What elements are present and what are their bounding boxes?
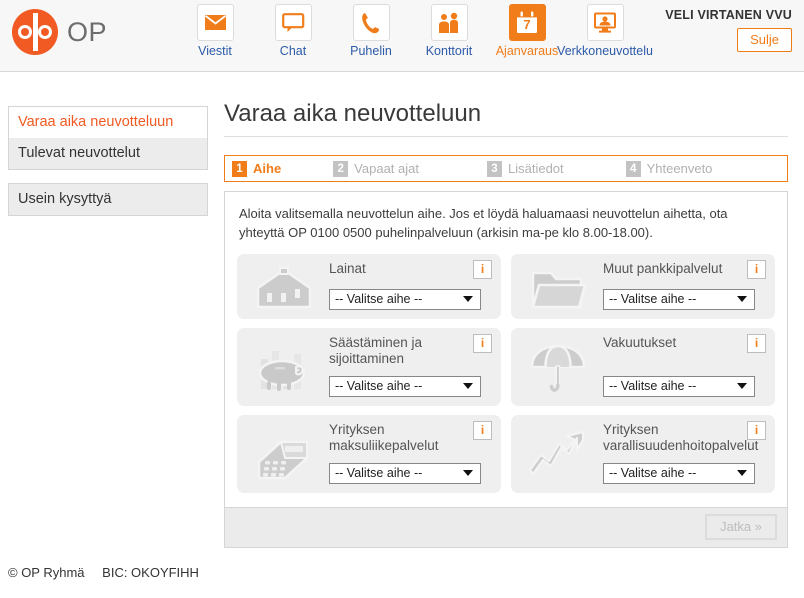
step-aihe[interactable]: 1 Aihe <box>232 160 282 177</box>
info-icon[interactable]: i <box>473 333 492 353</box>
brand-logo: OP <box>12 9 107 55</box>
step-number: 3 <box>486 160 502 177</box>
cash-register-icon <box>245 421 323 489</box>
page-footer: © OP Ryhmä BIC: OKOYFIHH <box>8 565 213 580</box>
piggy-bank-icon <box>245 334 323 402</box>
house-icon <box>245 260 323 316</box>
nav-label: Chat <box>279 44 307 58</box>
nav-item-konttorit[interactable]: Konttorit <box>412 4 486 58</box>
nav-label: Viestit <box>198 44 232 58</box>
main-content: Varaa aika neuvotteluun 1 Aihe 2 Vapaat … <box>224 100 788 548</box>
topic-card-grid: Lainat i -- Valitse aihe -- Muut pankkip… <box>225 249 787 507</box>
topic-card-saastaminen[interactable]: Säästäminen ja sijoittaminen i -- Valits… <box>237 327 501 406</box>
chevron-down-icon <box>463 470 473 477</box>
card-title: Yrityksen maksuliikepalvelut <box>329 421 439 453</box>
topic-card-vakuutukset[interactable]: Vakuutukset i -- Valitse aihe -- <box>511 327 775 406</box>
chevron-down-icon <box>463 296 473 303</box>
step-lisatiedot[interactable]: 3 Lisätiedot <box>486 160 564 177</box>
user-area: VELI VIRTANEN VVU Sulje <box>665 8 792 52</box>
topic-select-maksuliikepalvelut[interactable]: -- Valitse aihe -- <box>329 462 481 484</box>
nav-label: Puhelin <box>350 44 392 58</box>
select-value: -- Valitse aihe -- <box>335 292 423 307</box>
select-value: -- Valitse aihe -- <box>335 466 423 481</box>
nav-label: Ajanvaraus <box>495 44 559 58</box>
page-title: Varaa aika neuvotteluun <box>224 100 788 137</box>
intro-text: Aloita valitsemalla neuvottelun aihe. Jo… <box>239 206 728 240</box>
step-vapaat-ajat[interactable]: 2 Vapaat ajat <box>333 160 419 177</box>
card-title: Vakuutukset <box>603 334 677 350</box>
chevron-down-icon <box>737 383 747 390</box>
info-icon[interactable]: i <box>747 420 766 440</box>
nav-label: Konttorit <box>425 44 473 58</box>
topic-select-saastaminen[interactable]: -- Valitse aihe -- <box>329 375 481 397</box>
sidebar-item-tulevat-neuvottelut[interactable]: Tulevat neuvottelut <box>9 138 207 170</box>
topic-selection-panel: Aloita valitsemalla neuvottelun aihe. Jo… <box>224 191 788 548</box>
nav-item-ajanvaraus[interactable]: 7 Ajanvaraus <box>490 4 564 58</box>
sidebar-group-booking: Varaa aika neuvotteluun Tulevat neuvotte… <box>8 106 208 171</box>
branch-office-icon <box>430 4 468 41</box>
step-label: Yhteenveto <box>646 161 713 176</box>
copyright-text: © OP Ryhmä <box>8 565 85 580</box>
sidebar-group-help: Usein kysyttyä <box>8 183 208 217</box>
topic-card-muut-pankkipalvelut[interactable]: Muut pankkipalvelut i -- Valitse aihe -- <box>511 253 775 319</box>
topic-card-lainat[interactable]: Lainat i -- Valitse aihe -- <box>237 253 501 319</box>
panel-footer: Jatka » <box>225 506 787 547</box>
select-value: -- Valitse aihe -- <box>609 466 697 481</box>
topic-card-varallisuudenhoito[interactable]: Yrityksen varallisuudenhoitopalvelut i -… <box>511 414 775 493</box>
chevron-down-icon <box>463 383 473 390</box>
step-number: 4 <box>625 160 641 177</box>
card-title: Muut pankkipalvelut <box>603 260 723 276</box>
info-icon[interactable]: i <box>473 420 492 440</box>
step-yhteenveto[interactable]: 4 Yhteenveto <box>625 160 713 177</box>
user-name: VELI VIRTANEN VVU <box>665 8 792 22</box>
nav-item-puhelin[interactable]: Puhelin <box>334 4 408 58</box>
sidebar: Varaa aika neuvotteluun Tulevat neuvotte… <box>8 106 208 229</box>
nav-label: Verkkoneuvottelu <box>557 44 653 58</box>
info-icon[interactable]: i <box>747 333 766 353</box>
nav-item-verkkoneuvottelu[interactable]: Verkkoneuvottelu <box>557 4 653 58</box>
umbrella-icon <box>519 334 597 402</box>
page-body: Varaa aika neuvotteluun Tulevat neuvotte… <box>0 72 804 552</box>
folder-icon <box>519 260 597 316</box>
svg-text:7: 7 <box>523 17 530 32</box>
nav-item-chat[interactable]: Chat <box>256 4 330 58</box>
sidebar-item-varaa-aika[interactable]: Varaa aika neuvotteluun <box>9 107 207 139</box>
step-label: Lisätiedot <box>507 161 564 176</box>
video-meeting-icon <box>586 4 624 41</box>
topic-select-varallisuudenhoito[interactable]: -- Valitse aihe -- <box>603 462 755 484</box>
info-icon[interactable]: i <box>747 259 766 279</box>
continue-button[interactable]: Jatka » <box>705 514 777 541</box>
step-number: 1 <box>232 160 247 177</box>
step-label: Aihe <box>253 161 282 176</box>
growth-arrow-icon <box>519 421 597 489</box>
select-value: -- Valitse aihe -- <box>609 292 697 307</box>
step-indicator: 1 Aihe 2 Vapaat ajat 3 Lisätiedot 4 Yhte… <box>224 155 788 182</box>
card-title: Yrityksen varallisuudenhoitopalvelut <box>603 421 759 453</box>
chevron-down-icon <box>737 296 747 303</box>
main-navigation: Viestit Chat Puhelin Konttorit 7 Ajanvar… <box>178 4 653 58</box>
envelope-icon <box>196 4 234 41</box>
card-title: Säästäminen ja sijoittaminen <box>329 334 423 366</box>
step-number: 2 <box>333 160 349 177</box>
topic-card-maksuliikepalvelut[interactable]: Yrityksen maksuliikepalvelut i -- Valits… <box>237 414 501 493</box>
info-icon[interactable]: i <box>473 259 492 279</box>
select-value: -- Valitse aihe -- <box>609 379 697 394</box>
brand-name: OP <box>67 16 108 47</box>
phone-icon <box>352 4 390 41</box>
sidebar-item-usein-kysyttya[interactable]: Usein kysyttyä <box>9 184 207 216</box>
calendar-icon: 7 <box>508 4 546 41</box>
bic-text: BIC: OKOYFIHH <box>102 565 199 580</box>
app-header: OP Viestit Chat Puhelin Konttorit 7 Ajan… <box>0 0 804 72</box>
chat-bubble-icon <box>274 4 312 41</box>
topic-select-muut-pankkipalvelut[interactable]: -- Valitse aihe -- <box>603 288 755 310</box>
topic-select-vakuutukset[interactable]: -- Valitse aihe -- <box>603 375 755 397</box>
chevron-down-icon <box>737 470 747 477</box>
op-logo-icon <box>12 9 58 55</box>
close-session-button[interactable]: Sulje <box>737 28 792 52</box>
card-title: Lainat <box>329 260 366 276</box>
nav-item-viestit[interactable]: Viestit <box>178 4 252 58</box>
step-label: Vapaat ajat <box>354 161 419 176</box>
select-value: -- Valitse aihe -- <box>335 379 423 394</box>
topic-select-lainat[interactable]: -- Valitse aihe -- <box>329 288 481 310</box>
